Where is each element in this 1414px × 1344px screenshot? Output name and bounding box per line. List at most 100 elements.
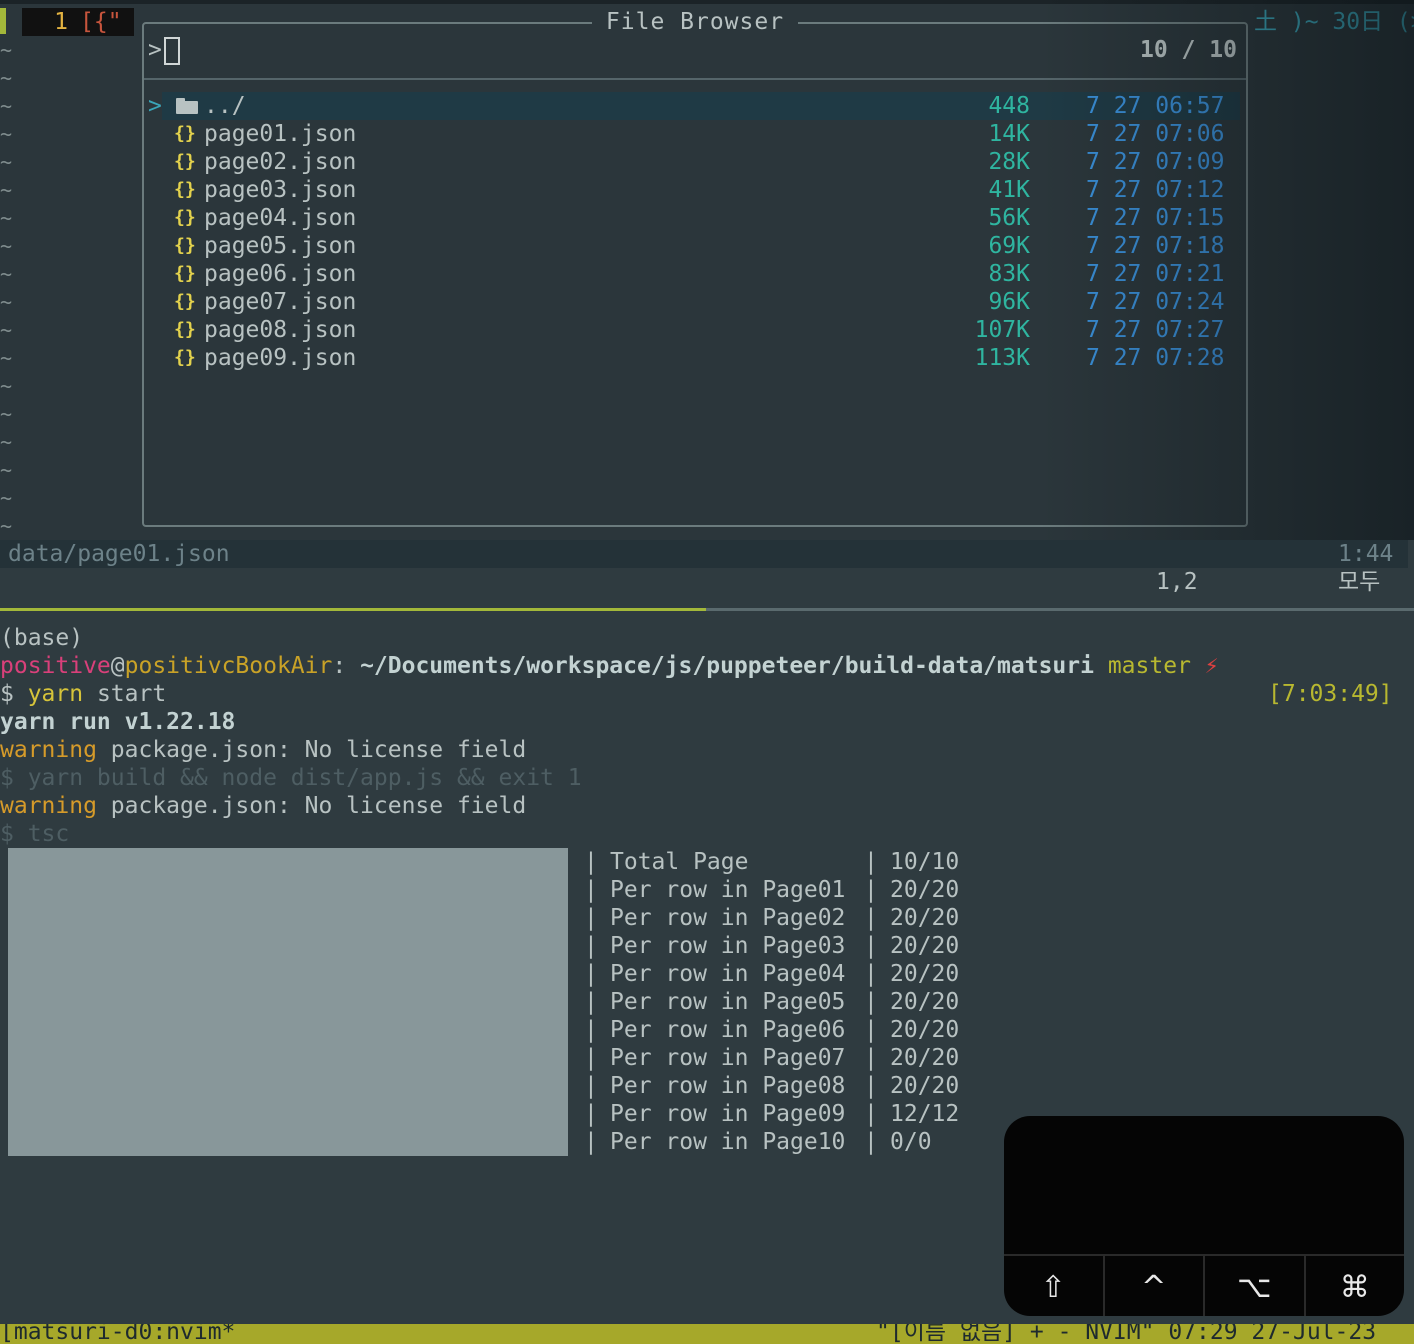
file-row[interactable]: {} page04.json 56K 7 27 07:15 bbox=[174, 204, 1234, 232]
table-label: Per row in Page06 bbox=[610, 1017, 846, 1043]
tmux-window-name[interactable]: [matsuri-d0:nvim* bbox=[0, 1324, 235, 1344]
table-pipe: | bbox=[584, 1073, 598, 1099]
keyboard-overlay: ⇧ ^ ⌥ ⌘ bbox=[1004, 1116, 1404, 1316]
shell-prompt-line: positive@positivcBookAir: ~/Documents/wo… bbox=[0, 652, 1219, 680]
table-label: Per row in Page10 bbox=[610, 1129, 846, 1155]
table-label: Per row in Page09 bbox=[610, 1101, 846, 1127]
line-number: 1 bbox=[22, 8, 78, 36]
table-pipe: | bbox=[864, 877, 878, 903]
warning-word: warning bbox=[0, 737, 97, 763]
file-row[interactable]: {} page09.json 113K 7 27 07:28 bbox=[174, 344, 1234, 372]
table-row: | Total Page | 10/10 bbox=[584, 848, 984, 876]
table-pipe: | bbox=[584, 849, 598, 875]
line-text: [{" bbox=[78, 8, 134, 36]
empty-line-marker: ~ bbox=[0, 94, 13, 118]
empty-line-marker: ~ bbox=[0, 234, 13, 258]
file-row[interactable]: {} page03.json 41K 7 27 07:12 bbox=[174, 176, 1234, 204]
empty-line-marker: ~ bbox=[0, 206, 13, 230]
shift-key-icon[interactable]: ⇧ bbox=[1004, 1256, 1103, 1316]
command-name: yarn bbox=[27, 681, 84, 707]
file-row[interactable]: {} page08.json 107K 7 27 07:27 bbox=[174, 316, 1234, 344]
json-icon: {} bbox=[174, 235, 196, 256]
command-key-icon[interactable]: ⌘ bbox=[1303, 1256, 1405, 1316]
table-row: | Per row in Page10 | 0/0 bbox=[584, 1128, 984, 1156]
table-pipe: | bbox=[584, 905, 598, 931]
table-row: | Per row in Page09 | 12/12 bbox=[584, 1100, 984, 1128]
file-row[interactable]: {} page05.json 69K 7 27 07:18 bbox=[174, 232, 1234, 260]
file-date: 7 27 07:12 bbox=[1086, 177, 1225, 203]
bolt-icon: ⚡ bbox=[1204, 653, 1219, 679]
tmux-status-bar: [matsuri-d0:nvim* "[이름 없음] + - NVIM" 07:… bbox=[0, 1324, 1414, 1344]
warning-line: warning package.json: No license field bbox=[0, 792, 526, 820]
file-row[interactable]: {} page02.json 28K 7 27 07:09 bbox=[174, 148, 1234, 176]
file-name: page08.json bbox=[204, 317, 357, 343]
file-row[interactable]: ../ 448 7 27 06:57 bbox=[174, 92, 1234, 120]
table-label: Per row in Page02 bbox=[610, 905, 846, 931]
table-row: | Per row in Page01 | 20/20 bbox=[584, 876, 984, 904]
warning-word: warning bbox=[0, 793, 97, 819]
pane-separator[interactable] bbox=[706, 608, 1414, 611]
table-value: 20/20 bbox=[890, 1017, 960, 1043]
table-row: | Per row in Page05 | 20/20 bbox=[584, 988, 984, 1016]
command-arg: start bbox=[83, 681, 167, 707]
table-label: Per row in Page08 bbox=[610, 1073, 846, 1099]
empty-line-marker: ~ bbox=[0, 374, 13, 398]
search-prompt: > bbox=[148, 37, 162, 63]
table-label: Per row in Page01 bbox=[610, 877, 846, 903]
prompt-path: ~/Documents/workspace/js/puppeteer/build… bbox=[360, 653, 1094, 679]
pane-separator-active[interactable] bbox=[0, 608, 706, 611]
git-branch: master bbox=[1107, 653, 1191, 679]
json-icon: {} bbox=[174, 263, 196, 284]
file-name: page04.json bbox=[204, 205, 357, 231]
scroll-indicator: 모두 bbox=[1338, 569, 1381, 595]
json-icon: {} bbox=[174, 291, 196, 312]
empty-line-marker: ~ bbox=[0, 514, 13, 538]
conda-env: (base) bbox=[0, 625, 84, 651]
empty-line-marker: ~ bbox=[0, 486, 13, 510]
file-row[interactable]: {} page06.json 83K 7 27 07:21 bbox=[174, 260, 1234, 288]
table-pipe: | bbox=[864, 1101, 878, 1127]
table-value: 20/20 bbox=[890, 933, 960, 959]
file-date: 7 27 07:15 bbox=[1086, 205, 1225, 231]
empty-line-marker: ~ bbox=[0, 150, 13, 174]
json-icon: {} bbox=[174, 207, 196, 228]
file-browser-search-input[interactable]: > bbox=[148, 36, 180, 65]
file-size: 56K bbox=[988, 205, 1030, 231]
table-pipe: | bbox=[584, 1101, 598, 1127]
file-name: page09.json bbox=[204, 345, 357, 371]
table-pipe: | bbox=[584, 1017, 598, 1043]
table-value: 12/12 bbox=[890, 1101, 960, 1127]
table-pipe: | bbox=[864, 961, 878, 987]
table-value: 10/10 bbox=[890, 849, 960, 875]
table-row: | Per row in Page06 | 20/20 bbox=[584, 1016, 984, 1044]
empty-line-marker: ~ bbox=[0, 122, 13, 146]
table-label: Per row in Page05 bbox=[610, 989, 846, 1015]
command-line[interactable]: $ yarn start bbox=[0, 680, 166, 708]
table-row: | Per row in Page02 | 20/20 bbox=[584, 904, 984, 932]
table-pipe: | bbox=[864, 933, 878, 959]
file-row[interactable]: {} page01.json 14K 7 27 07:06 bbox=[174, 120, 1234, 148]
json-icon: {} bbox=[174, 151, 196, 172]
option-key-icon[interactable]: ⌥ bbox=[1203, 1256, 1304, 1316]
redacted-block bbox=[8, 848, 568, 1156]
file-name: page05.json bbox=[204, 233, 357, 259]
file-name: page07.json bbox=[204, 289, 357, 315]
folder-icon bbox=[176, 98, 198, 114]
file-size: 96K bbox=[988, 289, 1030, 315]
file-date: 7 27 07:27 bbox=[1086, 317, 1225, 343]
json-icon: {} bbox=[174, 123, 196, 144]
file-row[interactable]: {} page07.json 96K 7 27 07:24 bbox=[174, 288, 1234, 316]
file-date: 7 27 07:09 bbox=[1086, 149, 1225, 175]
empty-line-marker: ~ bbox=[0, 178, 13, 202]
file-name: page03.json bbox=[204, 177, 357, 203]
file-date: 7 27 07:24 bbox=[1086, 289, 1225, 315]
top-border bbox=[0, 0, 1414, 4]
file-size: 41K bbox=[988, 177, 1030, 203]
status-file-name: data/page01.json bbox=[8, 541, 230, 567]
file-browser-title: File Browser bbox=[591, 8, 799, 36]
control-key-icon[interactable]: ^ bbox=[1102, 1256, 1204, 1316]
prompt-time: [7:03:49] bbox=[1268, 681, 1393, 707]
table-pipe: | bbox=[584, 989, 598, 1015]
empty-line-marker: ~ bbox=[0, 402, 13, 426]
table-row: | Per row in Page08 | 20/20 bbox=[584, 1072, 984, 1100]
